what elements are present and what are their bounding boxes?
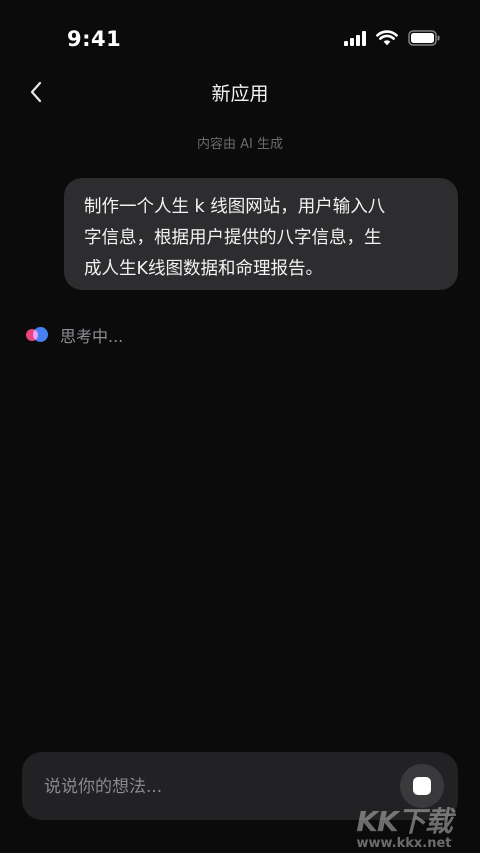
watermark: KK下载 www.kkx.net: [344, 807, 464, 851]
status-icons: [344, 30, 440, 46]
user-message-bubble: 制作一个人生 k 线图网站，用户输入八 字信息，根据用户提供的八字信息，生 成人…: [64, 178, 458, 290]
watermark-logo: KK下载: [356, 805, 452, 838]
ai-thinking-icon: [26, 325, 50, 345]
nav-bar: 新应用: [0, 66, 480, 116]
battery-icon: [408, 30, 440, 46]
thinking-text: 思考中...: [60, 327, 124, 346]
watermark-url: www.kkx.net: [356, 836, 452, 851]
cellular-signal-icon: [344, 30, 366, 46]
user-message-line: 成人生K线图数据和命理报告。: [84, 259, 323, 279]
message-input[interactable]: [42, 752, 386, 822]
stop-button[interactable]: [400, 764, 444, 808]
page-title: 新应用: [211, 83, 269, 105]
wifi-icon: [376, 30, 398, 46]
thinking-indicator: 思考中...: [26, 323, 123, 347]
user-message-line: 字信息，根据用户提供的八字信息，生: [84, 228, 382, 248]
user-message-line: 制作一个人生 k 线图网站，用户输入八: [84, 197, 386, 217]
ai-disclaimer: 内容由 AI 生成: [197, 137, 283, 152]
stop-icon: [413, 777, 431, 795]
status-time: 9:41: [67, 27, 122, 51]
